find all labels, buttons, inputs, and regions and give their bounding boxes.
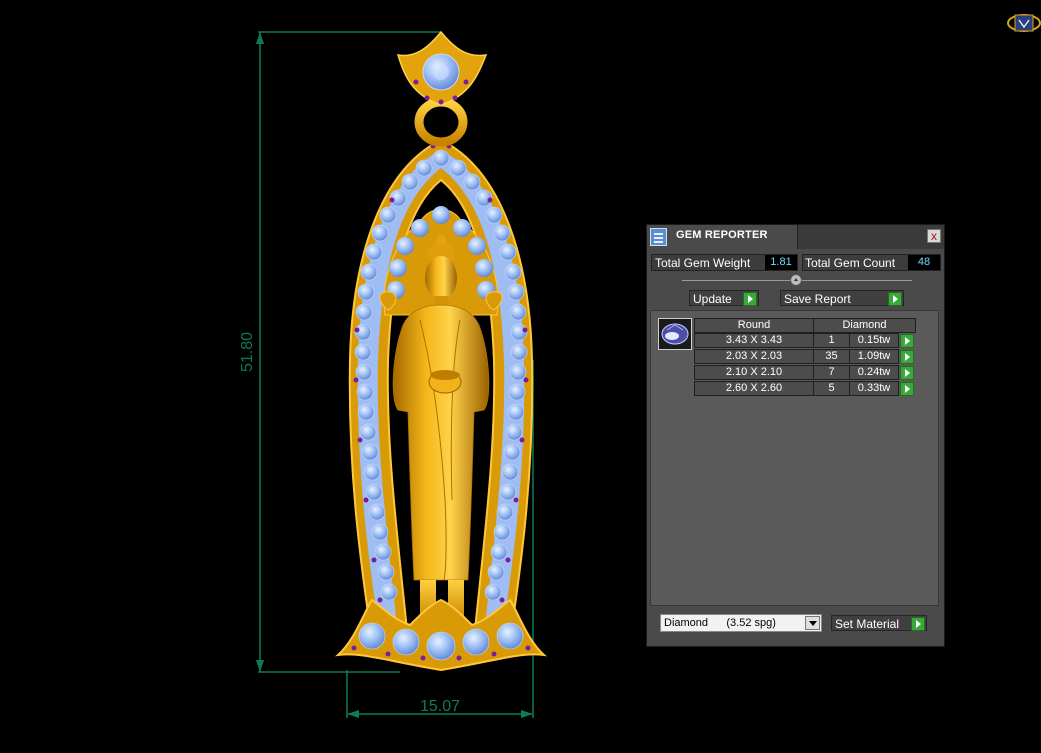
set-material-button-label: Set Material (835, 617, 900, 631)
save-report-button-label: Save Report (784, 292, 851, 306)
total-gem-weight-value: 1.81 (765, 255, 797, 270)
collapse-toggle-icon[interactable] (790, 274, 802, 286)
row-size: 3.43 X 3.43 (694, 333, 814, 348)
panel-titlebar[interactable]: GEM REPORTER x (647, 225, 944, 249)
total-gem-weight-label: Total Gem Weight (655, 256, 751, 270)
pendant-model[interactable] (334, 30, 548, 672)
gem-report-area: Round Diamond 3.43 X 3.43 1 0.15tw 2.03 … (650, 310, 939, 606)
row-weight: 0.33tw (849, 381, 899, 396)
panel-title-tab[interactable]: GEM REPORTER (647, 225, 798, 249)
play-arrow-icon (911, 617, 925, 631)
select-row-arrow-icon[interactable] (900, 382, 914, 396)
play-arrow-icon (743, 292, 757, 306)
row-weight: 0.15tw (849, 333, 899, 348)
height-dimension-label: 51.80 (239, 332, 256, 372)
gem-reporter-panel: GEM REPORTER x Total Gem Weight 1.81 Tot… (646, 224, 945, 647)
chevron-down-icon[interactable] (805, 616, 820, 630)
row-count: 7 (813, 365, 850, 380)
row-count: 5 (813, 381, 850, 396)
row-weight: 0.24tw (849, 365, 899, 380)
row-size: 2.10 X 2.10 (694, 365, 814, 380)
row-weight: 1.09tw (849, 349, 899, 364)
row-count: 35 (813, 349, 850, 364)
total-gem-count-field: Total Gem Count 48 (802, 254, 941, 271)
update-button[interactable]: Update (689, 290, 759, 306)
save-report-button[interactable]: Save Report (780, 290, 904, 306)
lotus-base (334, 598, 548, 672)
select-row-arrow-icon[interactable] (900, 350, 914, 364)
update-button-label: Update (693, 292, 732, 306)
table-header-material: Diamond (813, 318, 916, 333)
play-arrow-icon (888, 292, 902, 306)
app-logo-icon[interactable] (1007, 12, 1041, 34)
table-header-shape: Round (694, 318, 814, 333)
total-gem-count-label: Total Gem Count (805, 256, 896, 270)
pendant-bail (396, 30, 488, 147)
material-select-value: Diamond (3.52 spg) (664, 617, 776, 629)
gem-thumbnail[interactable] (658, 318, 692, 350)
close-button[interactable]: x (927, 229, 941, 243)
material-select[interactable]: Diamond (3.52 spg) (660, 614, 822, 632)
gem-reporter-icon (650, 228, 667, 246)
row-count: 1 (813, 333, 850, 348)
select-row-arrow-icon[interactable] (900, 334, 914, 348)
width-dimension-label: 15.07 (420, 698, 460, 715)
row-size: 2.60 X 2.60 (694, 381, 814, 396)
set-material-button[interactable]: Set Material (831, 615, 927, 631)
row-size: 2.03 X 2.03 (694, 349, 814, 364)
select-row-arrow-icon[interactable] (900, 366, 914, 380)
total-gem-count-value: 48 (908, 255, 940, 270)
diamond-gem-icon (661, 323, 689, 345)
panel-title: GEM REPORTER (676, 229, 768, 241)
total-gem-weight-field: Total Gem Weight 1.81 (651, 254, 798, 271)
